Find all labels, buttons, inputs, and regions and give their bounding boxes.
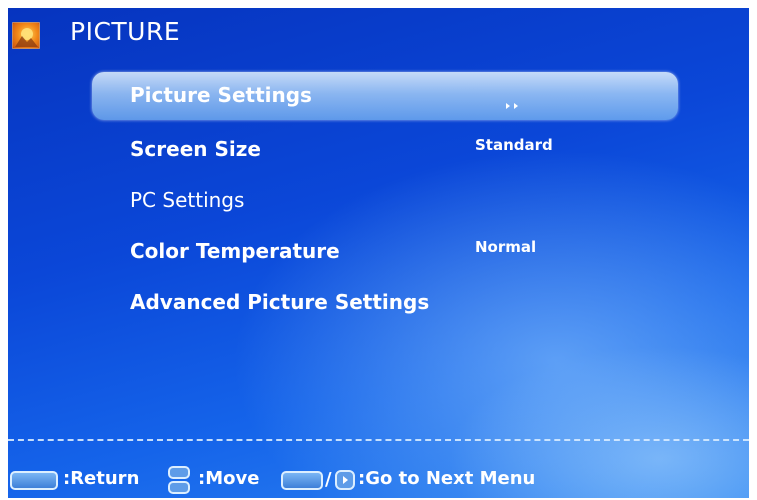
picture-icon (12, 22, 40, 49)
menu-item-advanced-picture-settings[interactable]: Advanced Picture Settings (92, 279, 678, 327)
page-title: PICTURE (70, 17, 181, 46)
return-hint: :Return (63, 468, 140, 489)
footer-divider (8, 439, 749, 441)
tv-menu-screen: PICTURE Picture Settings Screen Size Sta… (8, 8, 749, 498)
move-hint: :Move (198, 468, 260, 489)
menu-item-label: Screen Size (130, 137, 261, 161)
menu-header: PICTURE (8, 8, 749, 56)
menu-item-label: Advanced Picture Settings (130, 290, 430, 314)
menu-item-value: Normal (475, 238, 537, 256)
updown-key-icon (168, 466, 190, 498)
submenu-arrows-icon (506, 94, 520, 113)
menu-key-icon (10, 471, 58, 490)
menu-item-picture-settings[interactable]: Picture Settings (92, 72, 678, 120)
menu-item-label: Color Temperature (130, 239, 340, 263)
enter-key-icon (281, 471, 323, 490)
menu-item-pc-settings[interactable]: PC Settings (92, 177, 678, 225)
next-menu-hint: :Go to Next Menu (358, 468, 536, 489)
menu-item-label: PC Settings (130, 188, 245, 212)
menu-item-color-temperature[interactable]: Color Temperature Normal (92, 228, 678, 276)
right-key-icon (335, 470, 355, 494)
help-bar: :Return :Move / :Go to Next Menu (8, 463, 749, 498)
menu-item-label: Picture Settings (130, 83, 312, 107)
menu-item-screen-size[interactable]: Screen Size Standard (92, 126, 678, 174)
menu-item-value: Standard (475, 136, 553, 154)
slash-separator: / (325, 469, 332, 490)
